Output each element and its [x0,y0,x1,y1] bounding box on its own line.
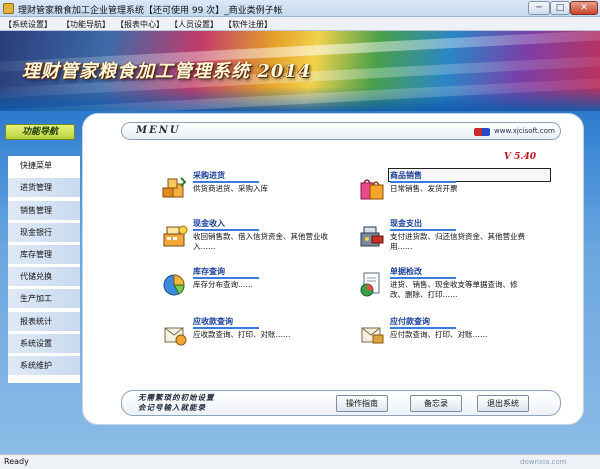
motto-line-1: 无需繁琐的初始设置 [138,393,215,402]
feature-description: 应收款查询、打印、对账…… [193,330,291,339]
feature-description: 供货商进货、采购入库 [193,184,268,193]
feature-receivables[interactable]: 应收款查询 应收款查询、打印、对账…… [161,316,341,356]
feature-title: 单据检改 [390,267,422,276]
purchase-icon [162,177,187,198]
pie-chart-icon [163,274,185,296]
feature-inventory-query[interactable]: 库存查询 库存分布查询…… [161,266,341,306]
sidebar: 快捷菜单 进货管理 销售管理 现金银行 库存管理 代储兑换 生产加工 报表统计 … [8,156,80,383]
sidebar-item-reports[interactable]: 报表统计 [8,312,80,332]
sidebar-item-purchase[interactable]: 进货管理 [8,178,80,198]
sidebar-item-system-settings[interactable]: 系统设置 [8,334,80,354]
menu-personnel[interactable]: 【人员设置】 [170,19,218,30]
feature-description: 应付款查询、打印、对账…… [390,330,488,339]
feature-underline [193,229,259,231]
feature-description: 支付进货款、归还信贷资金、其他营业费用…… [390,232,525,251]
feature-description: 日常销售、发货开票 [390,184,458,193]
feature-title: 采购进货 [193,171,225,180]
feature-underline [390,181,456,183]
sidebar-header: 功能导航 [5,124,75,140]
watermark: downxia.com [520,458,567,466]
feature-document-edit[interactable]: 单据检改 进货、销售、现金收支等单据查询、修改、删除、打印…… [358,266,538,306]
feature-title: 商品销售 [390,171,422,180]
footer-strip: 无需繁琐的初始设置 会记号输入就能录 操作指南 备忘录 退出系统 [121,390,561,416]
banner: 理财管家粮食加工管理系统 2014 [0,31,600,111]
feature-underline [193,277,259,279]
feature-title: 现金收入 [193,219,225,228]
feature-underline [193,327,259,329]
sidebar-item-system-maintenance[interactable]: 系统维护 [8,356,80,376]
company-logo-icon [474,128,490,136]
main-panel: MENU www.xjcisoft.com V 5.40 采购进货 供货商进货、… [82,113,584,425]
cash-register-icon [163,225,188,247]
payable-icon [361,327,384,344]
feature-underline [390,277,456,279]
receivable-icon [164,327,187,346]
website-link[interactable]: www.xjcisoft.com [494,127,555,135]
motto: 无需繁琐的初始设置 会记号输入就能录 [138,393,215,413]
minimize-button[interactable]: ─ [528,1,550,15]
exit-button[interactable]: 退出系统 [477,395,529,412]
maximize-button[interactable]: □ [550,1,570,15]
menu-bar: 【系统设置】 【功能导航】 【报表中心】 【人员设置】 【软件注册】 [0,17,600,31]
feature-description: 收回销售款、借入信贷资金、其他营业收入…… [193,232,328,251]
feature-underline [193,181,259,183]
sidebar-item-quick-menu[interactable]: 快捷菜单 [8,156,80,176]
sidebar-item-production[interactable]: 生产加工 [8,289,80,309]
memo-button[interactable]: 备忘录 [410,395,462,412]
feature-underline [390,327,456,329]
close-button[interactable]: ✕ [570,1,598,15]
menu-header-strip: MENU www.xjcisoft.com [121,122,561,140]
feature-title: 库存查询 [193,267,225,276]
menu-system-settings[interactable]: 【系统设置】 [4,19,52,30]
feature-description: 库存分布查询…… [193,280,253,289]
menu-label: MENU [136,125,181,136]
title-bar: 理财管家粮食加工企业管理系统【还可使用 99 次】_商业类例子帐 ─ □ ✕ [0,0,600,17]
sidebar-item-cash-bank[interactable]: 现金银行 [8,223,80,243]
feature-payables[interactable]: 应付款查询 应付款查询、打印、对账…… [358,316,538,356]
feature-underline [390,229,456,231]
cash-payment-icon [360,226,384,247]
shopping-bag-icon [360,179,384,200]
feature-title: 应收款查询 [193,317,233,326]
feature-cash-income[interactable]: 现金收入 收回销售款、借入信贷资金、其他营业收入…… [161,218,341,258]
menu-reports[interactable]: 【报表中心】 [116,19,164,30]
sidebar-item-storage-exchange[interactable]: 代储兑换 [8,267,80,287]
motto-line-2: 会记号输入就能录 [138,403,206,412]
version-label: V 5.40 [504,152,537,162]
feature-cash-expense[interactable]: 现金支出 支付进货款、归还信贷资金、其他营业费用…… [358,218,538,258]
status-text: Ready [4,457,29,466]
guide-button[interactable]: 操作指南 [336,395,388,412]
status-bar: Ready downxia.com [0,454,600,469]
window-title: 理财管家粮食加工企业管理系统【还可使用 99 次】_商业类例子帐 [18,6,283,16]
menu-registration[interactable]: 【软件注册】 [224,19,272,30]
sidebar-item-inventory[interactable]: 库存管理 [8,245,80,265]
feature-title: 现金支出 [390,219,422,228]
feature-description: 进货、销售、现金收支等单据查询、修改、删除、打印…… [390,280,518,299]
document-chart-icon [360,272,380,297]
banner-title: 理财管家粮食加工管理系统 2014 [22,61,312,82]
sidebar-item-sales[interactable]: 销售管理 [8,201,80,221]
menu-navigation[interactable]: 【功能导航】 [62,19,110,30]
feature-sales[interactable]: 商品销售 日常销售、发货开票 [358,168,551,210]
feature-title: 应付款查询 [390,317,430,326]
feature-purchase[interactable]: 采购进货 供货商进货、采购入库 [161,170,341,210]
app-icon [3,3,14,14]
